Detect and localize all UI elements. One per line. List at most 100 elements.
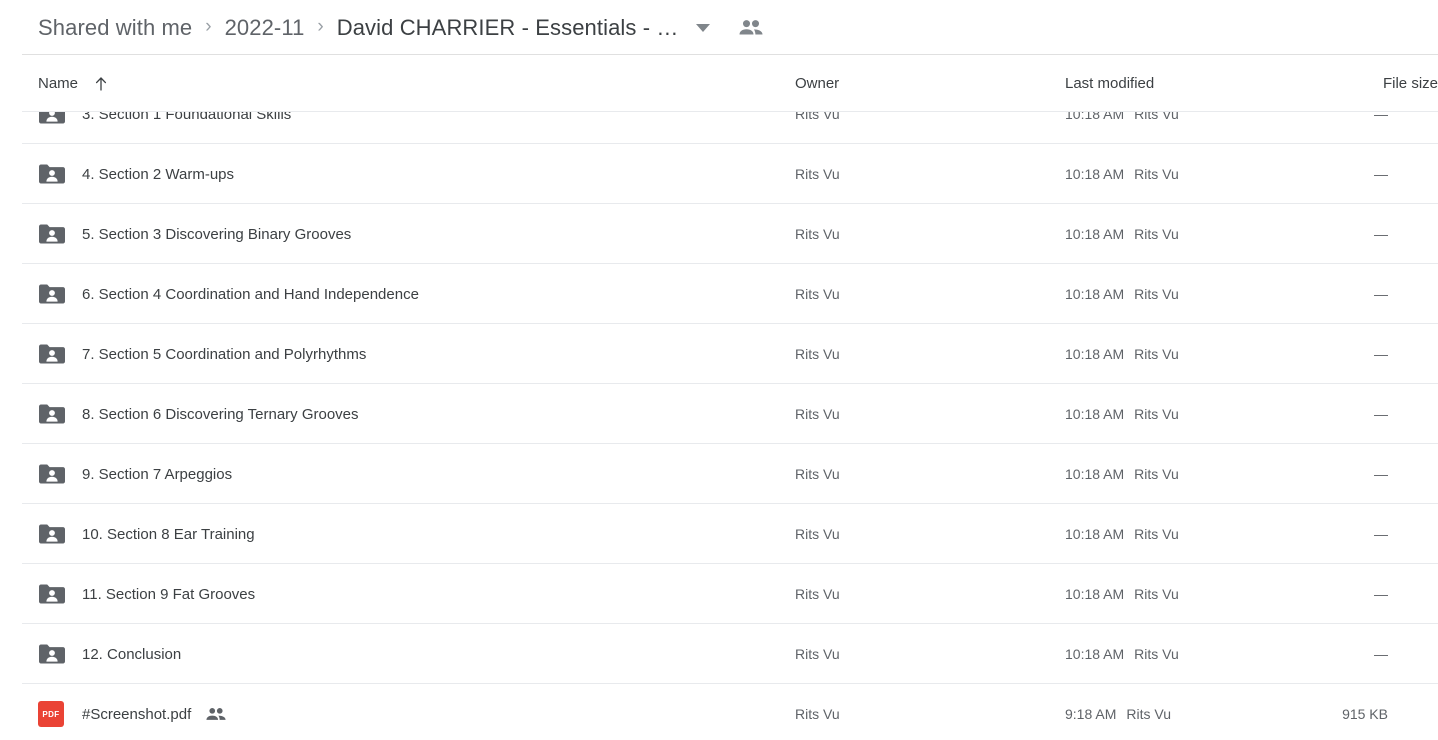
drive-file-browser: Shared with me › 2022-11 › David CHARRIE… bbox=[0, 0, 1438, 740]
row-name-cell[interactable]: 6. Section 4 Coordination and Hand Indep… bbox=[0, 282, 795, 306]
shared-folder-icon bbox=[38, 342, 82, 366]
breadcrumb-separator: › bbox=[205, 16, 212, 37]
table-row[interactable]: 5. Section 3 Discovering Binary Grooves R… bbox=[0, 204, 1438, 264]
row-file-size: — bbox=[1374, 346, 1388, 362]
breadcrumb-item-2022-11[interactable]: 2022-11 bbox=[225, 15, 305, 41]
row-file-size: — bbox=[1374, 166, 1388, 182]
table-row[interactable]: PDF #Screenshot.pdf Rits Vu 9:18 AM Rits Vu 9… bbox=[0, 684, 1438, 740]
row-modified-by: Rits Vu bbox=[1134, 466, 1179, 482]
row-modified-by: Rits Vu bbox=[1126, 706, 1171, 722]
file-list-table: Name Owner Last modified File size 3. Se… bbox=[0, 55, 1438, 740]
shared-folder-icon bbox=[38, 282, 82, 306]
row-modified-by: Rits Vu bbox=[1134, 112, 1179, 122]
row-owner: Rits Vu bbox=[795, 526, 840, 542]
row-modified-by: Rits Vu bbox=[1134, 586, 1179, 602]
row-modified-by: Rits Vu bbox=[1134, 286, 1179, 302]
row-modified-by: Rits Vu bbox=[1134, 406, 1179, 422]
row-modified-by: Rits Vu bbox=[1134, 646, 1179, 662]
row-name-cell[interactable]: 12. Conclusion bbox=[0, 642, 795, 666]
row-name-cell[interactable]: 8. Section 6 Discovering Ternary Grooves bbox=[0, 402, 795, 426]
row-last-modified: 10:18 AM Rits Vu bbox=[1065, 286, 1310, 302]
table-row[interactable]: 10. Section 8 Ear Training Rits Vu 10:18 A… bbox=[0, 504, 1438, 564]
row-owner: Rits Vu bbox=[795, 406, 840, 422]
row-owner: Rits Vu bbox=[795, 346, 840, 362]
row-name-cell[interactable]: 11. Section 9 Fat Grooves bbox=[0, 582, 795, 606]
breadcrumb-item-current-folder[interactable]: David CHARRIER - Essentials - … bbox=[337, 15, 679, 41]
people-shared-icon[interactable] bbox=[738, 19, 764, 37]
row-name-label: 11. Section 9 Fat Grooves bbox=[82, 585, 256, 603]
row-modified-by: Rits Vu bbox=[1134, 526, 1179, 542]
row-last-modified: 10:18 AM Rits Vu bbox=[1065, 166, 1310, 182]
row-name-label: 10. Section 8 Ear Training bbox=[82, 525, 255, 543]
row-owner: Rits Vu bbox=[795, 466, 840, 482]
row-owner: Rits Vu bbox=[795, 226, 840, 242]
row-name-label: 8. Section 6 Discovering Ternary Grooves bbox=[82, 405, 359, 423]
row-modified-by: Rits Vu bbox=[1134, 346, 1179, 362]
row-name-label: 12. Conclusion bbox=[82, 645, 182, 663]
row-name-label: 5. Section 3 Discovering Binary Grooves bbox=[82, 225, 352, 243]
row-name-cell[interactable]: 3. Section 1 Foundational Skills bbox=[0, 112, 795, 126]
row-modified-time: 10:18 AM bbox=[1065, 346, 1125, 362]
shared-folder-icon bbox=[38, 222, 82, 246]
table-row[interactable]: 6. Section 4 Coordination and Hand Indep… bbox=[0, 264, 1438, 324]
chevron-down-icon[interactable] bbox=[696, 23, 711, 32]
table-row[interactable]: 7. Section 5 Coordination and Polyrhythm… bbox=[0, 324, 1438, 384]
row-name-label: 9. Section 7 Arpeggios bbox=[82, 465, 233, 483]
row-last-modified: 10:18 AM Rits Vu bbox=[1065, 112, 1310, 122]
table-header-row: Name Owner Last modified File size bbox=[0, 55, 1438, 112]
column-header-last-modified[interactable]: Last modified bbox=[1065, 75, 1310, 92]
row-file-size: — bbox=[1374, 286, 1388, 302]
row-last-modified: 10:18 AM Rits Vu bbox=[1065, 526, 1310, 542]
row-file-size: — bbox=[1374, 226, 1388, 242]
pdf-file-icon: PDF bbox=[38, 701, 82, 727]
column-header-name-label: Name bbox=[38, 75, 79, 92]
row-name-cell[interactable]: 4. Section 2 Warm-ups bbox=[0, 162, 795, 186]
row-modified-time: 10:18 AM bbox=[1065, 112, 1125, 122]
breadcrumb-item-shared-with-me[interactable]: Shared with me bbox=[38, 15, 192, 41]
table-row[interactable]: 3. Section 1 Foundational Skills Rits Vu 1… bbox=[0, 112, 1438, 144]
row-name-cell[interactable]: 9. Section 7 Arpeggios bbox=[0, 462, 795, 486]
shared-folder-icon bbox=[38, 162, 82, 186]
row-owner: Rits Vu bbox=[795, 166, 840, 182]
row-modified-time: 10:18 AM bbox=[1065, 286, 1125, 302]
column-header-owner[interactable]: Owner bbox=[795, 75, 1065, 92]
row-file-size: — bbox=[1374, 526, 1388, 542]
file-rows-scroll-area[interactable]: 3. Section 1 Foundational Skills Rits Vu 1… bbox=[0, 112, 1438, 740]
breadcrumb-separator: › bbox=[317, 16, 324, 37]
row-modified-by: Rits Vu bbox=[1134, 166, 1179, 182]
row-owner: Rits Vu bbox=[795, 286, 840, 302]
row-name-label: #Screenshot.pdf bbox=[82, 705, 192, 723]
row-owner: Rits Vu bbox=[795, 646, 840, 662]
row-file-size: — bbox=[1374, 112, 1388, 122]
row-file-size: — bbox=[1374, 466, 1388, 482]
shared-folder-icon bbox=[38, 522, 82, 546]
column-header-file-size[interactable]: File size bbox=[1310, 75, 1438, 92]
table-row[interactable]: 8. Section 6 Discovering Ternary Grooves… bbox=[0, 384, 1438, 444]
row-last-modified: 10:18 AM Rits Vu bbox=[1065, 226, 1310, 242]
row-file-size: 915 KB bbox=[1342, 706, 1388, 722]
row-name-cell[interactable]: 7. Section 5 Coordination and Polyrhythm… bbox=[0, 342, 795, 366]
row-modified-time: 10:18 AM bbox=[1065, 166, 1125, 182]
table-row[interactable]: 9. Section 7 Arpeggios Rits Vu 10:18 AM Rit… bbox=[0, 444, 1438, 504]
row-name-cell[interactable]: 10. Section 8 Ear Training bbox=[0, 522, 795, 546]
row-last-modified: 9:18 AM Rits Vu bbox=[1065, 706, 1310, 722]
row-name-cell[interactable]: PDF #Screenshot.pdf bbox=[0, 701, 795, 727]
arrow-up-icon[interactable] bbox=[94, 76, 108, 92]
row-file-size: — bbox=[1374, 646, 1388, 662]
row-last-modified: 10:18 AM Rits Vu bbox=[1065, 406, 1310, 422]
table-row[interactable]: 11. Section 9 Fat Grooves Rits Vu 10:18 AM… bbox=[0, 564, 1438, 624]
table-row[interactable]: 12. Conclusion Rits Vu 10:18 AM Rits Vu — bbox=[0, 624, 1438, 684]
row-modified-time: 10:18 AM bbox=[1065, 586, 1125, 602]
row-last-modified: 10:18 AM Rits Vu bbox=[1065, 466, 1310, 482]
row-name-label: 3. Section 1 Foundational Skills bbox=[82, 112, 292, 123]
row-modified-time: 10:18 AM bbox=[1065, 466, 1125, 482]
row-modified-time: 10:18 AM bbox=[1065, 406, 1125, 422]
row-name-label: 7. Section 5 Coordination and Polyrhythm… bbox=[82, 345, 367, 363]
row-file-size: — bbox=[1374, 586, 1388, 602]
row-modified-time: 10:18 AM bbox=[1065, 526, 1125, 542]
row-name-label: 6. Section 4 Coordination and Hand Indep… bbox=[82, 285, 419, 303]
column-header-name[interactable]: Name bbox=[0, 75, 795, 92]
row-modified-time: 10:18 AM bbox=[1065, 646, 1125, 662]
row-name-cell[interactable]: 5. Section 3 Discovering Binary Grooves bbox=[0, 222, 795, 246]
table-row[interactable]: 4. Section 2 Warm-ups Rits Vu 10:18 AM Rits… bbox=[0, 144, 1438, 204]
